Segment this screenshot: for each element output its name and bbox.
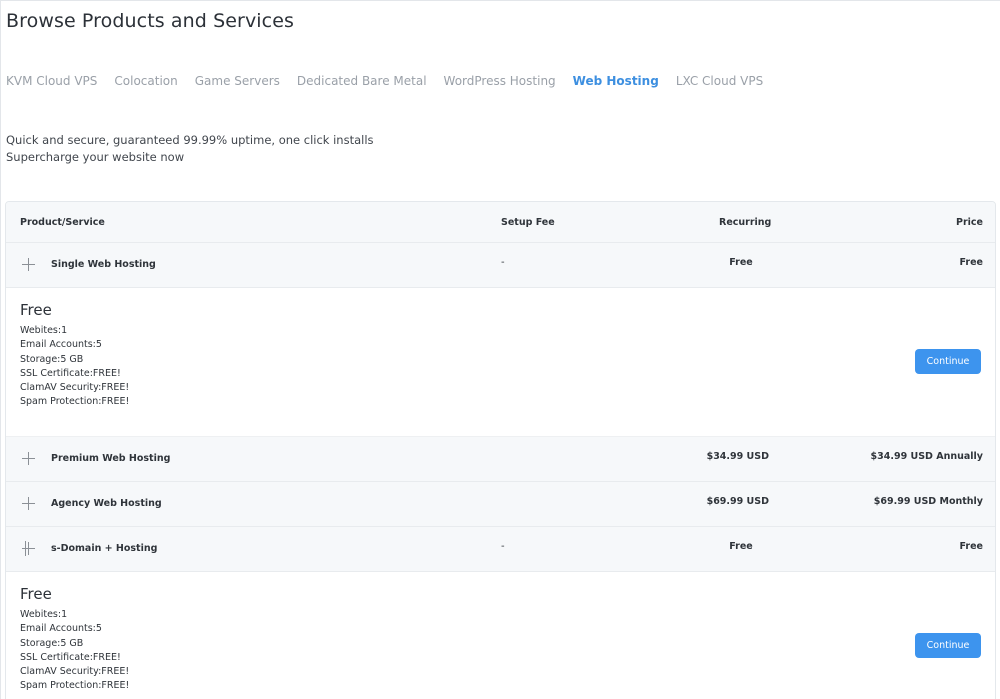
recurring-value: $34.99 USD — [706, 451, 769, 462]
price-value: Free — [959, 541, 983, 552]
header-price: Price — [956, 217, 983, 228]
table-row-s-domain-hosting[interactable]: s-Domain + Hosting - Free Free — [6, 527, 995, 572]
feature-item: ClamAV Security:FREE! — [20, 666, 130, 678]
feature-item: SSL Certificate:FREE! — [20, 651, 121, 663]
feature-item: Spam Protection:FREE! — [20, 680, 130, 692]
tab-web-hosting[interactable]: Web Hosting — [573, 74, 659, 88]
feature-list: Webites:1 Email Accounts:5 Storage:5 GB … — [20, 324, 129, 410]
page-border-top — [0, 0, 1000, 1]
product-name: Premium Web Hosting — [51, 453, 171, 464]
table-row-single-web-hosting[interactable]: Single Web Hosting - Free Free — [6, 243, 995, 288]
table-row-agency-web-hosting[interactable]: Agency Web Hosting $69.99 USD $69.99 USD… — [6, 482, 995, 527]
setup-fee: - — [501, 541, 505, 552]
plus-icon[interactable] — [22, 497, 35, 510]
feature-item: SSL Certificate:FREE! — [20, 367, 121, 379]
page-border-left — [0, 0, 1, 699]
feature-list: Webites:1 Email Accounts:5 Storage:5 GB … — [20, 608, 129, 694]
detail-price: Free — [20, 301, 52, 319]
plus-icon[interactable] — [22, 258, 35, 271]
feature-item: Webites:1 — [20, 609, 68, 620]
feature-item: Storage:5 GB — [20, 637, 84, 649]
header-recurring: Recurring — [719, 217, 772, 228]
price-value: Free — [959, 257, 983, 268]
tab-colocation[interactable]: Colocation — [114, 74, 177, 88]
product-details-single-web-hosting: Free Webites:1 Email Accounts:5 Storage:… — [6, 288, 995, 437]
price-value: $69.99 USD Monthly — [873, 496, 983, 507]
feature-item: Email Accounts:5 — [20, 623, 102, 635]
plus-icon[interactable] — [22, 541, 35, 556]
products-table: Product/Service Setup Fee Recurring Pric… — [5, 201, 996, 699]
feature-item: Spam Protection:FREE! — [20, 396, 130, 408]
feature-item: Storage:5 GB — [20, 353, 84, 365]
continue-button[interactable]: Continue — [915, 633, 981, 658]
description-line-2: Supercharge your website now — [6, 150, 185, 164]
tab-lxc-cloud-vps[interactable]: LXC Cloud VPS — [676, 74, 763, 88]
feature-item: ClamAV Security:FREE! — [20, 382, 130, 394]
continue-button[interactable]: Continue — [915, 349, 981, 374]
plus-icon[interactable] — [22, 452, 35, 465]
tab-game-servers[interactable]: Game Servers — [195, 74, 280, 88]
tab-dedicated-bare-metal[interactable]: Dedicated Bare Metal — [297, 74, 427, 88]
feature-item: Email Accounts:5 — [20, 339, 102, 351]
tab-wordpress-hosting[interactable]: WordPress Hosting — [444, 74, 556, 88]
tab-kvm-cloud-vps[interactable]: KVM Cloud VPS — [6, 74, 97, 88]
category-tabs: KVM Cloud VPS Colocation Game Servers De… — [6, 74, 780, 88]
table-header: Product/Service Setup Fee Recurring Pric… — [6, 202, 995, 243]
product-name: s-Domain + Hosting — [51, 543, 158, 554]
category-description: Quick and secure, guaranteed 99.99% upti… — [6, 132, 374, 166]
product-details-s-domain-hosting: Free Webites:1 Email Accounts:5 Storage:… — [6, 572, 995, 699]
page-title: Browse Products and Services — [6, 10, 295, 32]
recurring-value: Free — [729, 541, 753, 552]
feature-item: Webites:1 — [20, 325, 68, 336]
detail-price: Free — [20, 585, 52, 603]
product-name: Agency Web Hosting — [51, 498, 162, 509]
header-setup-fee: Setup Fee — [501, 217, 555, 228]
table-row-premium-web-hosting[interactable]: Premium Web Hosting $34.99 USD $34.99 US… — [6, 437, 995, 482]
recurring-value: Free — [729, 257, 753, 268]
product-name: Single Web Hosting — [51, 259, 156, 270]
recurring-value: $69.99 USD — [706, 496, 769, 507]
header-product: Product/Service — [20, 217, 105, 228]
price-value: $34.99 USD Annually — [870, 451, 983, 462]
setup-fee: - — [501, 257, 505, 268]
description-line-1: Quick and secure, guaranteed 99.99% upti… — [6, 133, 374, 147]
